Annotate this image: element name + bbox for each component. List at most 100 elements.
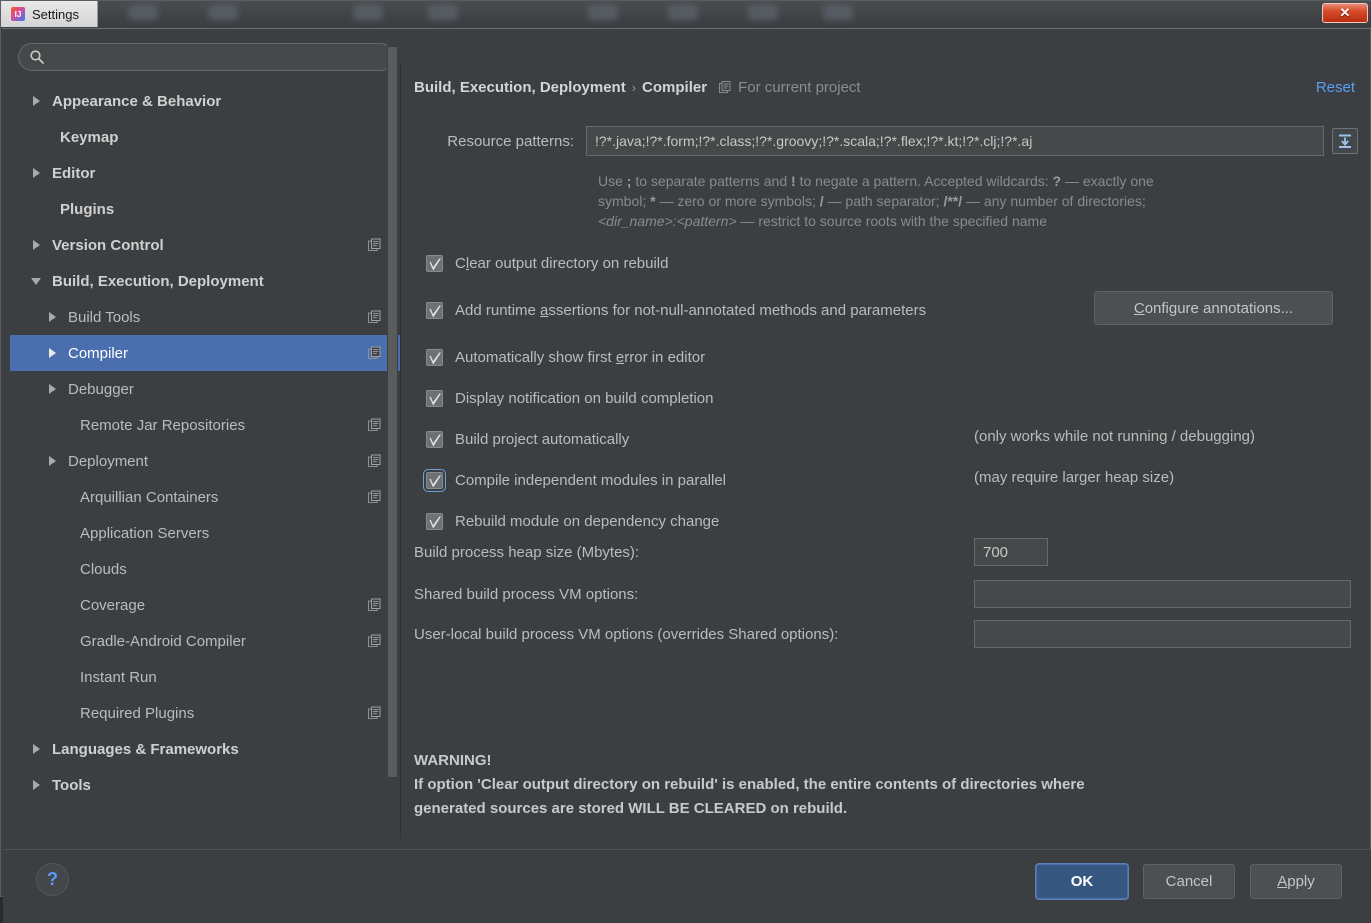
- checkbox-box[interactable]: [426, 348, 443, 366]
- checkbox-hint: (may require larger heap size): [974, 469, 1175, 486]
- expand-arrow-icon: [1339, 134, 1351, 148]
- sidebar-item-build-tools[interactable]: Build Tools: [10, 299, 400, 335]
- checkbox-rebuild-module-on-dependency-change[interactable]: Rebuild module on dependency change: [426, 510, 719, 532]
- chevron-right-icon[interactable]: [30, 166, 44, 180]
- checkbox-box[interactable]: [426, 301, 443, 319]
- project-scope-icon: [368, 310, 381, 323]
- sidebar-item-keymap[interactable]: Keymap: [10, 119, 400, 155]
- checkbox-box[interactable]: [426, 430, 443, 448]
- search-input[interactable]: [45, 49, 393, 65]
- project-scope-icon: [368, 238, 381, 251]
- settings-dialog: Appearance & Behavior Keymap Editor Plugins…: [2, 28, 1371, 923]
- sidebar-item-languages-frameworks[interactable]: Languages & Frameworks: [10, 731, 400, 767]
- checkmark-icon: [429, 475, 441, 487]
- sidebar-item-arquillian-containers[interactable]: Arquillian Containers: [10, 479, 400, 515]
- sidebar-item-build-execution-deployment[interactable]: Build, Execution, Deployment: [10, 263, 400, 299]
- sidebar-item-application-servers[interactable]: Application Servers: [10, 515, 400, 551]
- checkbox-label-pre: C: [455, 254, 466, 272]
- sidebar-item-label: Appearance & Behavior: [52, 92, 222, 110]
- sidebar-item-gradle-android-compiler[interactable]: Gradle-Android Compiler: [10, 623, 400, 659]
- checkbox-label-pre: Build project automatically: [455, 430, 630, 448]
- checkbox-display-notification-on-build-completion[interactable]: Display notification on build completion: [426, 387, 713, 409]
- checkbox-hint: (only works while not running / debuggin…: [974, 428, 1255, 445]
- help-icon: ?: [47, 869, 58, 889]
- sidebar-item-clouds[interactable]: Clouds: [10, 551, 400, 587]
- ok-button[interactable]: OK: [1036, 864, 1128, 899]
- sidebar-item-label: Deployment: [68, 452, 149, 470]
- sidebar-item-required-plugins[interactable]: Required Plugins: [10, 695, 400, 731]
- sidebar-item-coverage[interactable]: Coverage: [10, 587, 400, 623]
- field-row-build-process-heap-size-mbytes: Build process heap size (Mbytes):: [414, 537, 639, 567]
- sidebar-item-label: Compiler: [68, 344, 129, 362]
- sidebar-item-compiler[interactable]: Compiler: [10, 335, 400, 371]
- checkbox-label-pre: Add runtime: [455, 301, 541, 319]
- field-input-build-process-heap-size-mbytes[interactable]: [974, 538, 1048, 566]
- sidebar-item-version-control[interactable]: Version Control: [10, 227, 400, 263]
- field-input-shared-build-process-vm-options[interactable]: [974, 580, 1351, 608]
- checkbox-label: Automatically show first error in editor: [455, 349, 705, 366]
- checkbox-compile-independent-modules-in-parallel[interactable]: Compile independent modules in parallel: [423, 468, 726, 492]
- checkmark-icon: [429, 352, 441, 364]
- resource-patterns-input[interactable]: [586, 126, 1324, 156]
- sidebar-item-deployment[interactable]: Deployment: [10, 443, 400, 479]
- checkbox-clear-output-directory-on-rebuild[interactable]: Clear output directory on rebuild: [426, 252, 668, 274]
- checkbox-add-runtime-assertions-for-not-null-annotated-me[interactable]: Add runtime assertions for not-null-anno…: [426, 299, 926, 321]
- project-scope-icon: [719, 81, 731, 93]
- checkbox-box[interactable]: [423, 468, 446, 492]
- chevron-right-icon[interactable]: [46, 310, 60, 324]
- sidebar-item-label: Plugins: [60, 200, 115, 218]
- apply-button[interactable]: Apply: [1250, 864, 1342, 899]
- checkmark-icon: [429, 258, 441, 270]
- checkbox-label: Build project automatically: [455, 431, 629, 448]
- sidebar-item-label: Coverage: [80, 596, 146, 614]
- checkmark-icon: [429, 305, 441, 317]
- checkmark-icon: [429, 516, 441, 528]
- sidebar-scrollbar-thumb[interactable]: [388, 47, 397, 777]
- close-icon[interactable]: ✕: [1322, 3, 1368, 23]
- field-label: Shared build process VM options:: [414, 585, 639, 603]
- title-bar: Settings ✕: [1, 1, 1371, 27]
- ok-label: OK: [1070, 873, 1094, 890]
- checkbox-label-pre: Display notification on build completion: [455, 389, 714, 407]
- help-button[interactable]: ?: [36, 863, 69, 896]
- sidebar-item-remote-jar-repositories[interactable]: Remote Jar Repositories: [10, 407, 400, 443]
- titlebar-background: [98, 1, 1371, 27]
- project-scope-label: For current project: [719, 79, 861, 96]
- expand-field-icon[interactable]: [1332, 128, 1358, 154]
- chevron-right-icon[interactable]: [30, 94, 44, 108]
- sidebar-item-appearance-behavior[interactable]: Appearance & Behavior: [10, 83, 400, 119]
- cancel-label: Cancel: [1165, 873, 1213, 890]
- sidebar-item-label: Required Plugins: [80, 704, 195, 722]
- search-box[interactable]: [18, 43, 394, 71]
- breadcrumb-parent[interactable]: Build, Execution, Deployment: [414, 79, 626, 96]
- chevron-down-icon[interactable]: [30, 274, 44, 288]
- checkbox-label: Clear output directory on rebuild: [455, 255, 668, 272]
- sidebar-item-debugger[interactable]: Debugger: [10, 371, 400, 407]
- sidebar-item-instant-run[interactable]: Instant Run: [10, 659, 400, 695]
- checkbox-label-pre: Rebuild module on dependency change: [455, 512, 720, 530]
- field-input-user-local-build-process-vm-options-overrides-sh[interactable]: [974, 620, 1351, 648]
- chevron-right-icon[interactable]: [30, 778, 44, 792]
- chevron-right-icon[interactable]: [30, 742, 44, 756]
- checkbox-build-project-automatically[interactable]: Build project automatically: [426, 428, 629, 450]
- sidebar-item-editor[interactable]: Editor: [10, 155, 400, 191]
- cancel-button[interactable]: Cancel: [1143, 864, 1235, 899]
- checkbox-box[interactable]: [426, 512, 443, 530]
- chevron-right-icon[interactable]: [46, 346, 60, 360]
- reset-link[interactable]: Reset: [1316, 79, 1355, 96]
- sidebar-item-plugins[interactable]: Plugins: [10, 191, 400, 227]
- checkbox-box[interactable]: [426, 254, 443, 272]
- chevron-right-icon[interactable]: [46, 382, 60, 396]
- sidebar-scrollbar[interactable]: [387, 43, 398, 793]
- checkbox-box[interactable]: [426, 389, 443, 407]
- configure-annotations-button[interactable]: Configure annotations...: [1094, 291, 1333, 325]
- warning-line-1: If option 'Clear output directory on reb…: [414, 776, 1085, 793]
- chevron-right-icon[interactable]: [46, 454, 60, 468]
- checkbox-automatically-show-first-error-in-editor[interactable]: Automatically show first error in editor: [426, 346, 705, 368]
- sidebar-item-tools[interactable]: Tools: [10, 767, 400, 803]
- settings-window: Settings ✕ Appearance: [0, 0, 1371, 923]
- project-scope-icon: [368, 490, 381, 503]
- resource-patterns-label: Resource patterns:: [447, 132, 574, 150]
- chevron-right-icon[interactable]: [30, 238, 44, 252]
- sidebar-divider: [400, 63, 401, 839]
